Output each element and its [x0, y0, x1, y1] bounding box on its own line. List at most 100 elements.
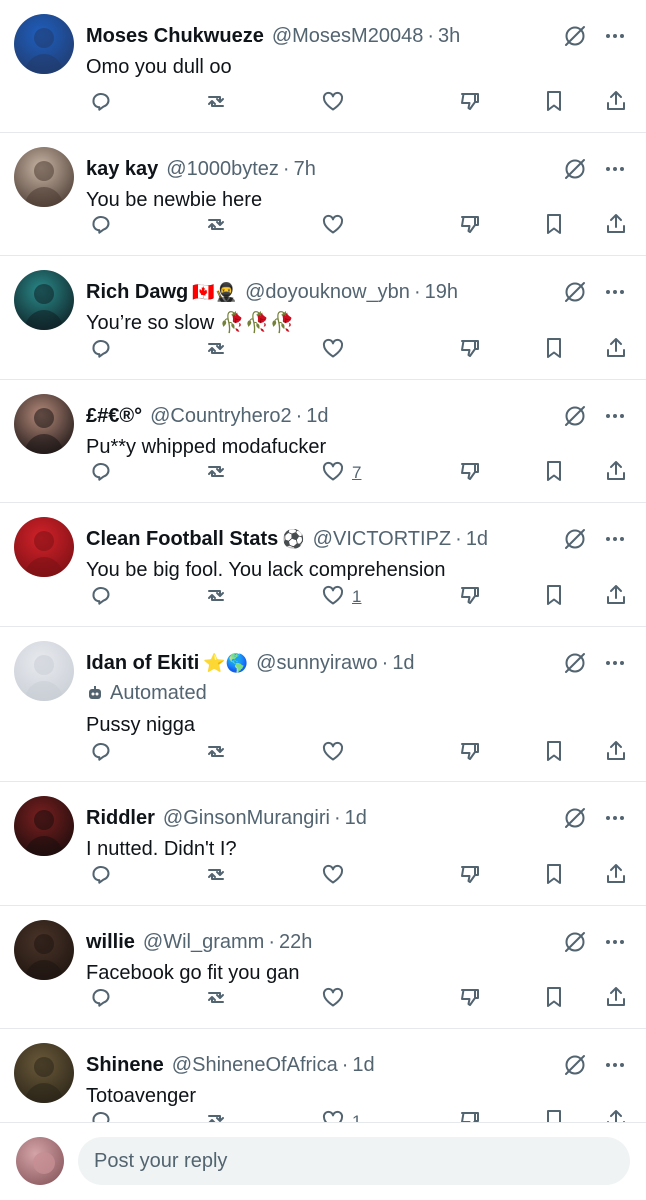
display-name[interactable]: Clean Football Stats	[86, 528, 278, 551]
user-avatar[interactable]	[14, 270, 74, 330]
reply-post[interactable]: £#€®° @Countryhero2 · 1d Pu**y whipped modaf…	[0, 380, 646, 503]
bookmark-button[interactable]	[541, 738, 567, 768]
like-button[interactable]: 7	[320, 458, 361, 488]
repost-button[interactable]	[203, 1107, 229, 1122]
display-name[interactable]: willie	[86, 931, 135, 954]
reply-post[interactable]: Idan of Ekiti ⭐🌎 @sunnyirawo · 1d Automated Pu…	[0, 627, 646, 782]
user-handle[interactable]: @Countryhero2	[150, 405, 291, 428]
downvote-button[interactable]	[457, 984, 483, 1014]
reply-button[interactable]	[85, 582, 111, 612]
like-button[interactable]	[320, 211, 346, 241]
display-name[interactable]: kay kay	[86, 158, 158, 181]
user-handle[interactable]: @VICTORTIPZ	[313, 528, 451, 551]
repost-button[interactable]	[203, 738, 229, 768]
share-button[interactable]	[603, 984, 629, 1014]
post-time[interactable]: 1d	[392, 652, 414, 675]
more-icon[interactable]	[602, 929, 628, 955]
grok-icon[interactable]	[562, 23, 588, 49]
repost-button[interactable]	[203, 582, 229, 612]
like-button[interactable]	[320, 861, 346, 891]
downvote-button[interactable]	[457, 211, 483, 241]
post-time[interactable]: 7h	[294, 158, 316, 181]
reply-post[interactable]: kay kay @1000bytez · 7h You be newbie here	[0, 133, 646, 256]
reply-button[interactable]	[85, 1107, 111, 1122]
post-time[interactable]: 1d	[306, 405, 328, 428]
reply-button[interactable]	[85, 88, 111, 118]
reply-button[interactable]	[85, 458, 111, 488]
grok-icon[interactable]	[562, 1052, 588, 1078]
reply-button[interactable]	[85, 984, 111, 1014]
user-handle[interactable]: @ShineneOfAfrica	[172, 1054, 338, 1077]
downvote-button[interactable]	[457, 582, 483, 612]
share-button[interactable]	[603, 1107, 629, 1122]
reply-post[interactable]: Clean Football Stats ⚽ @VICTORTIPZ · 1d You b…	[0, 503, 646, 627]
like-count[interactable]: 1	[352, 1112, 361, 1122]
reply-button[interactable]	[85, 861, 111, 891]
downvote-button[interactable]	[457, 458, 483, 488]
post-time[interactable]: 1d	[345, 807, 367, 830]
downvote-button[interactable]	[457, 861, 483, 891]
repost-button[interactable]	[203, 88, 229, 118]
display-name[interactable]: Shinene	[86, 1054, 164, 1077]
like-button[interactable]: 1	[320, 582, 361, 612]
user-handle[interactable]: @MosesM20048	[272, 25, 423, 48]
reply-button[interactable]	[85, 335, 111, 365]
post-time[interactable]: 19h	[425, 281, 458, 304]
user-handle[interactable]: @doyouknow_ybn	[245, 281, 410, 304]
user-avatar[interactable]	[14, 517, 74, 577]
share-button[interactable]	[603, 335, 629, 365]
display-name[interactable]: Idan of Ekiti	[86, 652, 199, 675]
bookmark-button[interactable]	[541, 458, 567, 488]
more-icon[interactable]	[602, 1052, 628, 1078]
bookmark-button[interactable]	[541, 984, 567, 1014]
reply-post[interactable]: Moses Chukwueze @MosesM20048 · 3h Omo you du…	[0, 0, 646, 133]
bookmark-button[interactable]	[541, 335, 567, 365]
share-button[interactable]	[603, 88, 629, 118]
share-button[interactable]	[603, 861, 629, 891]
like-button[interactable]	[320, 88, 346, 118]
repost-button[interactable]	[203, 458, 229, 488]
reply-input[interactable]	[78, 1137, 630, 1185]
post-time[interactable]: 1d	[352, 1054, 374, 1077]
reply-button[interactable]	[85, 211, 111, 241]
user-handle[interactable]: @GinsonMurangiri	[163, 807, 330, 830]
grok-icon[interactable]	[562, 526, 588, 552]
share-button[interactable]	[603, 458, 629, 488]
reply-post[interactable]: Rich Dawg 🇨🇦🥷 @doyouknow_ybn · 19h You’re so …	[0, 256, 646, 380]
bookmark-button[interactable]	[541, 861, 567, 891]
more-icon[interactable]	[602, 156, 628, 182]
display-name[interactable]: Moses Chukwueze	[86, 25, 264, 48]
user-handle[interactable]: @sunnyirawo	[256, 652, 377, 675]
display-name[interactable]: Rich Dawg	[86, 281, 188, 304]
downvote-button[interactable]	[457, 88, 483, 118]
more-icon[interactable]	[602, 279, 628, 305]
display-name[interactable]: £#€®°	[86, 405, 142, 428]
downvote-button[interactable]	[457, 1107, 483, 1122]
downvote-button[interactable]	[457, 335, 483, 365]
grok-icon[interactable]	[562, 929, 588, 955]
more-icon[interactable]	[602, 805, 628, 831]
like-button[interactable]	[320, 984, 346, 1014]
repost-button[interactable]	[203, 861, 229, 891]
like-button[interactable]: 1	[320, 1107, 361, 1122]
user-handle[interactable]: @Wil_gramm	[143, 931, 264, 954]
post-time[interactable]: 22h	[279, 931, 312, 954]
repost-button[interactable]	[203, 335, 229, 365]
post-time[interactable]: 1d	[466, 528, 488, 551]
user-avatar[interactable]	[14, 920, 74, 980]
downvote-button[interactable]	[457, 738, 483, 768]
bookmark-button[interactable]	[541, 88, 567, 118]
bookmark-button[interactable]	[541, 211, 567, 241]
post-time[interactable]: 3h	[438, 25, 460, 48]
reply-button[interactable]	[85, 738, 111, 768]
repost-button[interactable]	[203, 984, 229, 1014]
like-button[interactable]	[320, 738, 346, 768]
user-avatar[interactable]	[14, 394, 74, 454]
like-count[interactable]: 1	[352, 587, 361, 607]
more-icon[interactable]	[602, 650, 628, 676]
bookmark-button[interactable]	[541, 1107, 567, 1122]
grok-icon[interactable]	[562, 805, 588, 831]
grok-icon[interactable]	[562, 403, 588, 429]
user-avatar[interactable]	[14, 1043, 74, 1103]
share-button[interactable]	[603, 211, 629, 241]
